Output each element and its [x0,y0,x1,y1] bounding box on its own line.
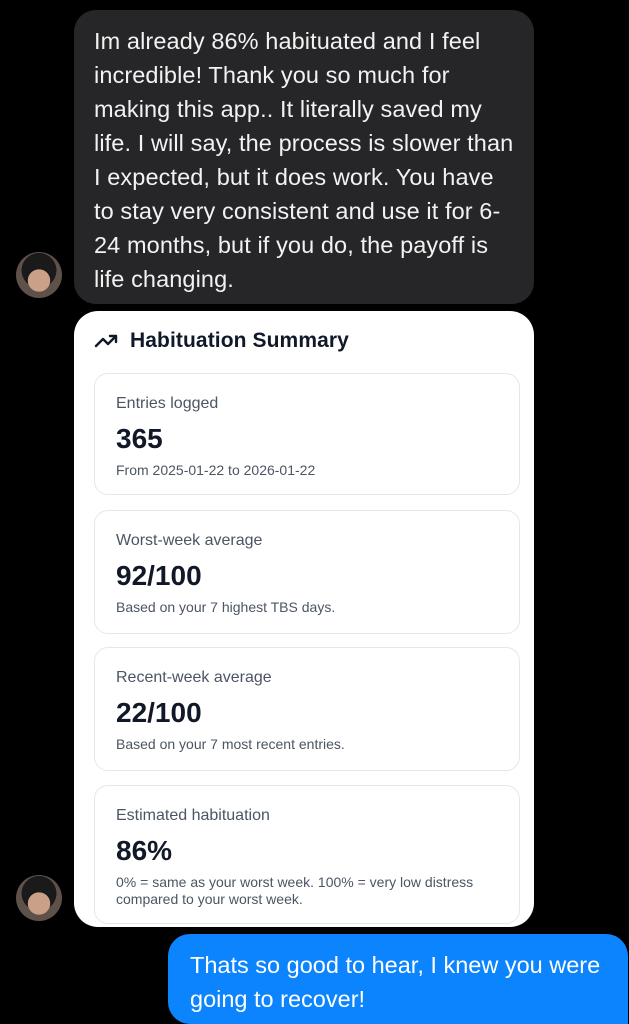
chat-screen: Im already 86% habituated and I feel inc… [0,0,629,1024]
card-title: Habituation Summary [130,329,349,352]
card-header: Habituation Summary [94,329,349,353]
habituation-summary-card[interactable]: Habituation Summary Entries logged 365 F… [74,311,534,927]
outgoing-message-text: Thats so good to hear, I knew you were g… [190,952,601,1012]
stat-value: 86% [116,835,173,866]
stat-note: Based on your 7 highest TBS days. [116,599,336,615]
incoming-message-text: Im already 86% habituated and I feel inc… [94,28,514,292]
stat-value: 365 [116,423,163,454]
stat-entries-logged: Entries logged 365 From 2025-01-22 to 20… [94,373,520,495]
stat-worst-week-average: Worst-week average 92/100 Based on your … [94,510,520,634]
incoming-message-bubble[interactable]: Im already 86% habituated and I feel inc… [74,10,534,304]
stat-value: 92/100 [116,560,202,591]
trend-up-icon [94,334,118,348]
stat-note: 0% = same as your worst week. 100% = ver… [116,874,474,907]
stat-note: Based on your 7 most recent entries. [116,736,345,752]
stat-label: Worst-week average [116,532,263,549]
stat-label: Recent-week average [116,669,272,686]
stat-note: From 2025-01-22 to 2026-01-22 [116,462,316,478]
stat-label: Estimated habituation [116,807,270,824]
stat-recent-week-average: Recent-week average 22/100 Based on your… [94,647,520,771]
outgoing-message-bubble[interactable]: Thats so good to hear, I knew you were g… [168,934,628,1024]
stat-label: Entries logged [116,395,219,412]
stat-value: 22/100 [116,697,202,728]
sender-avatar[interactable] [16,252,62,298]
sender-avatar[interactable] [16,875,62,921]
stat-estimated-habituation: Estimated habituation 86% 0% = same as y… [94,785,520,924]
